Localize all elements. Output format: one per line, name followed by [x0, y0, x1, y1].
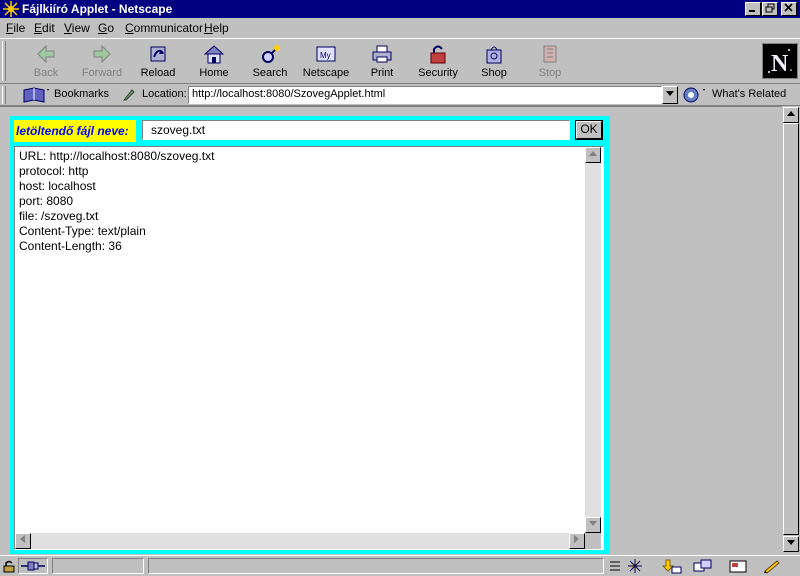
lock-icon [430, 45, 446, 64]
menu-bar: File Edit View Go Communicator Help [0, 18, 800, 38]
my-netscape-icon: My [316, 46, 336, 62]
back-arrow-icon [37, 44, 55, 64]
component-bar-grip-icon[interactable] [608, 559, 622, 573]
title-bar[interactable]: Fájlkiíró Applet - Netscape [0, 0, 800, 18]
textarea-hscroll-track[interactable] [15, 533, 601, 549]
textarea-scroll-corner [585, 533, 601, 549]
location-toolbar: Bookmarks Location: http://localhost:808… [0, 84, 800, 106]
window-title: Fájlkiíró Applet - Netscape [22, 2, 173, 16]
connection-indicator [18, 558, 48, 574]
composer-icon[interactable] [728, 558, 748, 574]
location-page-icon[interactable] [122, 88, 136, 102]
menu-file[interactable]: File [6, 21, 25, 35]
output-line-protocol: protocol: http [19, 164, 89, 178]
netscape-button[interactable]: My Netscape [299, 41, 353, 81]
arrow-up-icon [589, 151, 597, 156]
status-message [148, 558, 604, 574]
output-line-port: port: 8080 [19, 194, 74, 208]
search-button[interactable]: Search [243, 41, 297, 81]
close-icon [784, 3, 793, 12]
minimize-icon [749, 10, 755, 12]
applet-panel: letöltendő fájl neve: szoveg.txt OK URL:… [10, 116, 610, 554]
restore-button[interactable] [762, 2, 778, 16]
textarea-scroll-down-button[interactable] [585, 517, 601, 533]
svg-text:N: N [771, 51, 789, 77]
menu-help[interactable]: Help [204, 21, 229, 35]
location-dropdown-button[interactable] [662, 86, 678, 104]
menu-view[interactable]: View [64, 21, 90, 35]
output-lines: URL: http://localhost:8080/szoveg.txt pr… [19, 149, 214, 254]
bookmarks-button[interactable]: Bookmarks [22, 86, 109, 104]
status-bar [0, 555, 800, 576]
textarea-vscroll-track[interactable] [585, 147, 601, 533]
navigator-icon[interactable] [626, 558, 644, 574]
shop-button[interactable]: Shop [467, 41, 521, 81]
arrow-left-icon [20, 535, 25, 543]
navigation-toolbar: Back Forward Reload Home Search My Netsc… [0, 38, 800, 84]
output-textarea[interactable]: URL: http://localhost:8080/szoveg.txt pr… [14, 146, 604, 550]
chevron-down-icon [666, 91, 674, 96]
page-scroll-down-button[interactable] [783, 536, 799, 552]
toolbar-grip[interactable] [2, 41, 6, 81]
textarea-scroll-right-button[interactable] [569, 533, 585, 549]
textarea-scroll-left-button[interactable] [15, 533, 31, 549]
forward-arrow-icon [93, 44, 111, 64]
netscape-logo[interactable]: N [762, 43, 798, 79]
arrow-up-icon [787, 111, 795, 116]
mailbox-icon[interactable] [660, 558, 682, 574]
menu-go[interactable]: Go [98, 21, 114, 35]
output-line-url: URL: http://localhost:8080/szoveg.txt [19, 149, 215, 163]
location-label: Location: [142, 88, 187, 100]
filename-input[interactable]: szoveg.txt [142, 120, 570, 140]
search-icon [262, 45, 280, 63]
netscape-n-icon: N [768, 49, 792, 77]
arrow-down-icon [589, 521, 597, 526]
menu-communicator[interactable]: Communicator [125, 21, 203, 35]
whats-related-button[interactable]: What's Related [682, 86, 786, 104]
back-button[interactable]: Back [19, 41, 73, 81]
stop-icon [543, 45, 557, 63]
connection-plug-icon [21, 561, 45, 571]
output-line-content-type: Content-Type: text/plain [19, 224, 146, 238]
security-lock-icon[interactable] [2, 559, 16, 573]
output-line-host: host: localhost [19, 179, 96, 193]
stop-button[interactable]: Stop [523, 41, 577, 81]
netscape-app-icon[interactable] [3, 1, 19, 17]
close-button[interactable] [781, 2, 797, 16]
shopping-bag-icon [486, 46, 502, 64]
ok-button[interactable]: OK [575, 120, 603, 140]
forward-button[interactable]: Forward [75, 41, 129, 81]
svg-text:My: My [320, 51, 331, 60]
reload-button[interactable]: Reload [131, 41, 185, 81]
arrow-right-icon [574, 535, 579, 543]
printer-icon [372, 45, 392, 63]
progress-field [52, 558, 144, 574]
location-input[interactable]: http://localhost:8080/SzovegApplet.html [188, 86, 662, 104]
output-line-content-length: Content-Length: 36 [19, 239, 122, 253]
output-line-file: file: /szoveg.txt [19, 209, 99, 223]
home-button[interactable]: Home [187, 41, 241, 81]
page-scroll-thumb[interactable] [783, 123, 799, 535]
location-toolbar-grip[interactable] [2, 86, 6, 104]
filename-label: letöltendő fájl neve: [14, 120, 136, 142]
whats-related-icon [683, 87, 705, 103]
browser-window: Fájlkiíró Applet - Netscape File Edit Vi… [0, 0, 800, 576]
bookmarks-icon [23, 87, 49, 103]
page-vscroll[interactable] [782, 106, 800, 554]
discussion-groups-icon[interactable] [692, 558, 714, 574]
home-icon [203, 45, 225, 64]
minimize-button[interactable] [745, 2, 761, 16]
restore-icon [765, 3, 775, 13]
textarea-scroll-up-button[interactable] [585, 147, 601, 163]
print-button[interactable]: Print [355, 41, 409, 81]
security-button[interactable]: Security [411, 41, 465, 81]
edit-pencil-icon[interactable] [762, 558, 782, 574]
reload-icon [150, 46, 166, 62]
arrow-down-icon [787, 540, 795, 545]
page-scroll-up-button[interactable] [783, 107, 799, 123]
menu-edit[interactable]: Edit [34, 21, 55, 35]
